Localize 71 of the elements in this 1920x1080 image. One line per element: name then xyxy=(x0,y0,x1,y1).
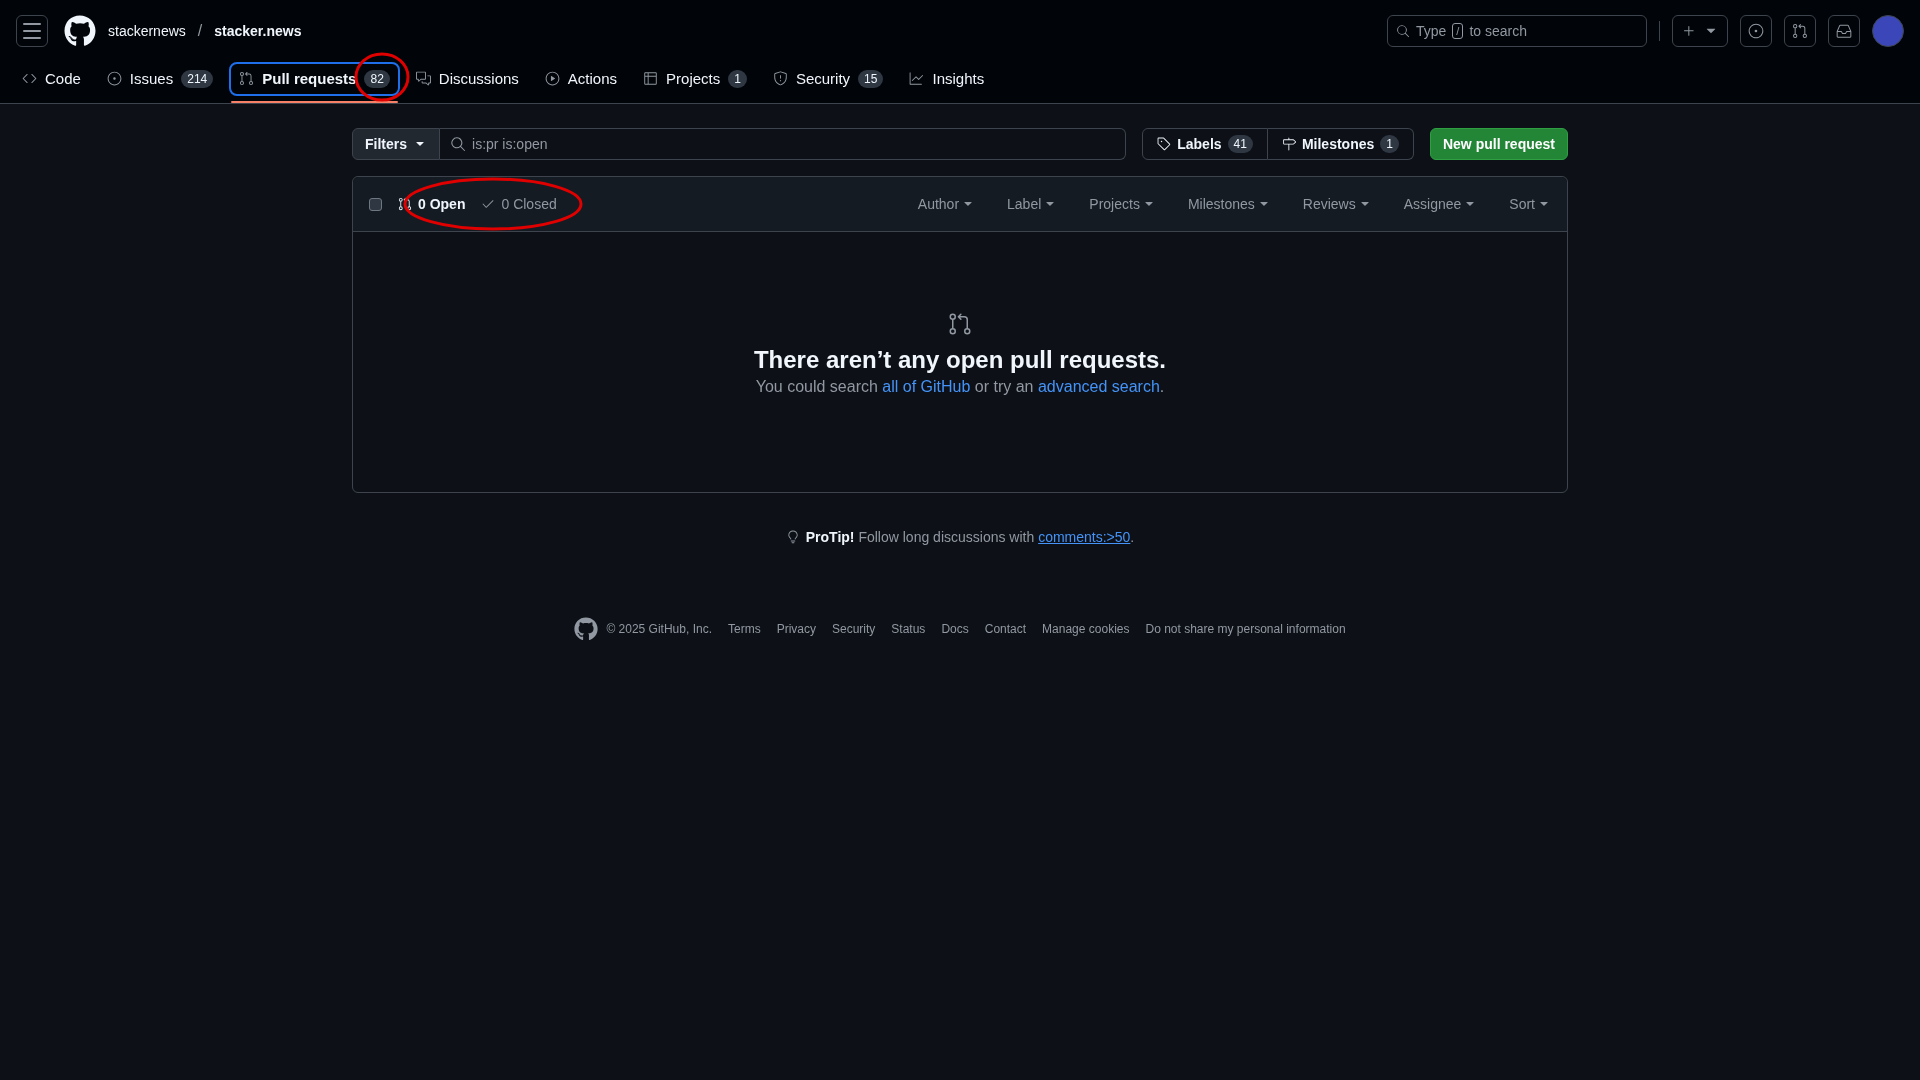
tab-count: 15 xyxy=(858,69,884,88)
repo-tab[interactable]: Issues 214 xyxy=(98,63,222,94)
footer-link[interactable]: Contact xyxy=(984,622,1027,636)
empty-state-text: You could search all of GitHub or try an advanced search. xyxy=(755,378,1165,396)
github-logo-icon xyxy=(574,617,599,641)
search-icon xyxy=(1396,24,1410,38)
search-link[interactable]: all of GitHub xyxy=(882,378,971,395)
issue-icon xyxy=(106,71,122,86)
search-field[interactable]: Type / to search xyxy=(1387,15,1647,47)
breadcrumb-separator: / xyxy=(197,22,203,40)
discussion-icon xyxy=(415,71,431,86)
milestones-button[interactable]: Milestones 1 xyxy=(1267,128,1414,160)
tab-count: 82 xyxy=(364,69,390,88)
select-all-checkbox[interactable] xyxy=(369,197,382,211)
filter-menu[interactable]: Projects xyxy=(1073,196,1172,212)
repo-tab[interactable]: Actions xyxy=(536,63,626,94)
menu-button[interactable] xyxy=(16,15,48,47)
github-logo-icon[interactable] xyxy=(64,15,96,47)
repo-tab[interactable]: Discussions xyxy=(407,63,527,94)
labels-button[interactable]: Labels 41 xyxy=(1142,128,1268,160)
filter-menu[interactable]: Milestones xyxy=(1171,196,1287,212)
state-filter-link[interactable]: 0 Closed xyxy=(481,196,557,212)
pull-request-icon xyxy=(948,312,972,336)
footer-link[interactable]: Do not share my personal information xyxy=(1145,622,1346,636)
search-link[interactable]: advanced search xyxy=(1037,378,1160,395)
repo-link[interactable]: stacker.news xyxy=(214,23,302,39)
pull-requests-button[interactable] xyxy=(1784,15,1816,47)
state-filter-link[interactable]: 0 Open xyxy=(398,196,466,212)
footer-link[interactable]: Docs xyxy=(941,622,969,636)
shield-icon xyxy=(772,71,788,86)
table-icon xyxy=(643,71,659,86)
repo-tab[interactable]: Security 15 xyxy=(764,63,892,94)
filter-menu[interactable]: Sort xyxy=(1493,196,1551,212)
repo-tab[interactable]: Insights xyxy=(901,63,993,94)
new-pull-request-button[interactable]: New pull request xyxy=(1429,128,1568,160)
inbox-icon xyxy=(1836,23,1852,39)
filter-menu[interactable]: Reviews xyxy=(1286,196,1388,212)
pull-request-icon xyxy=(1792,23,1808,39)
footer-link[interactable]: Terms xyxy=(727,622,761,636)
footer-link[interactable]: Privacy xyxy=(776,622,816,636)
pull-request-icon xyxy=(398,197,412,211)
filter-search-field[interactable]: is:pr is:open xyxy=(440,128,1127,160)
empty-state-title: There aren’t any open pull requests. xyxy=(753,346,1167,374)
tag-icon xyxy=(1157,137,1172,151)
check-icon xyxy=(481,197,496,211)
tab-count: 214 xyxy=(181,69,214,88)
plus-icon xyxy=(1681,23,1697,39)
copyright-text: © 2025 GitHub, Inc. xyxy=(606,622,712,636)
repo-tab[interactable]: Projects 1 xyxy=(635,63,755,94)
filter-menu[interactable]: Author xyxy=(901,196,992,212)
issues-button[interactable] xyxy=(1740,15,1772,47)
filters-button[interactable]: Filters xyxy=(352,128,440,160)
milestone-icon xyxy=(1281,137,1296,151)
avatar[interactable] xyxy=(1872,15,1904,47)
pull-request-icon xyxy=(239,71,255,86)
footer-link[interactable]: Status xyxy=(891,622,926,636)
light-bulb-icon xyxy=(785,530,800,544)
footer-link[interactable]: Security xyxy=(832,622,876,636)
owner-link[interactable]: stackernews xyxy=(108,23,186,39)
footer-link[interactable]: Manage cookies xyxy=(1042,622,1130,636)
inbox-button[interactable] xyxy=(1828,15,1860,47)
create-button[interactable] xyxy=(1672,15,1728,47)
issue-icon xyxy=(1748,23,1764,39)
play-icon xyxy=(544,71,560,86)
repo-tab[interactable]: Code xyxy=(14,63,89,94)
tab-count: 1 xyxy=(728,69,747,88)
code-icon xyxy=(22,71,37,86)
protip-text: ProTip! Follow long discussions with comments:>50. xyxy=(805,529,1135,545)
filter-menu[interactable]: Assignee xyxy=(1387,196,1494,212)
filter-menu[interactable]: Label xyxy=(991,196,1074,212)
graph-icon xyxy=(909,71,925,86)
